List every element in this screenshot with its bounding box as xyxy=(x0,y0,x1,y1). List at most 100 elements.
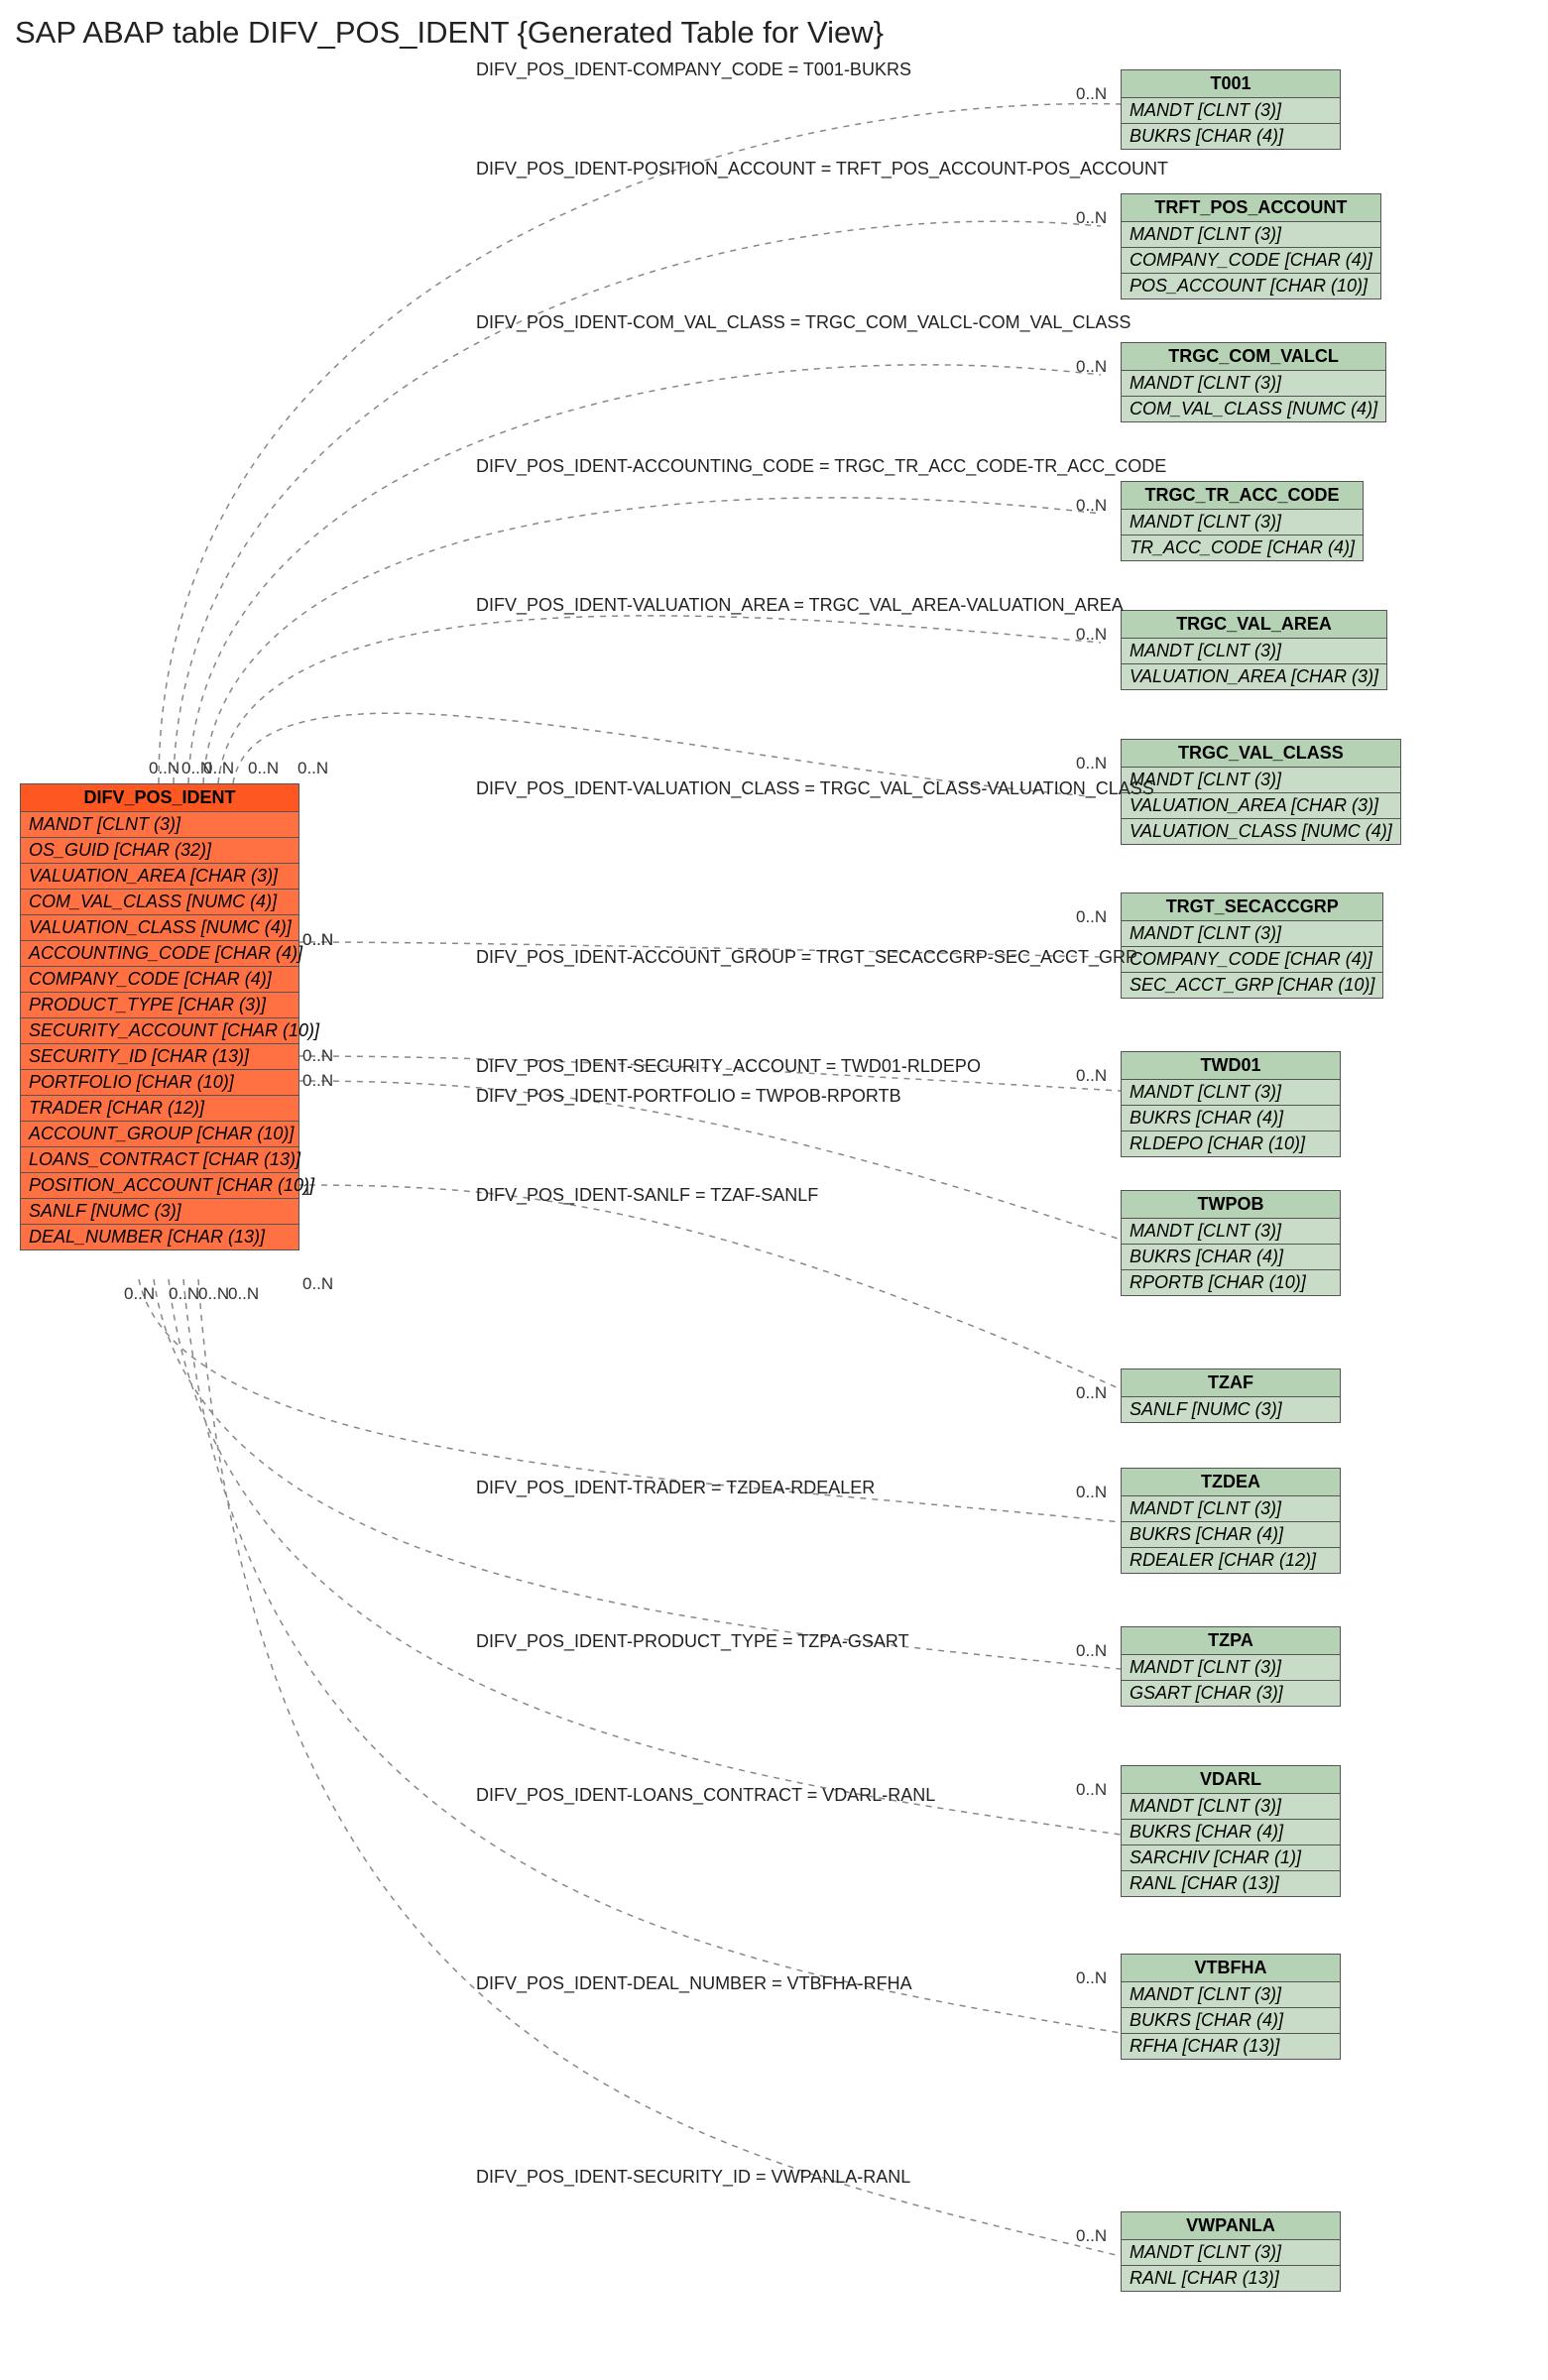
entity-header: DIFV_POS_IDENT xyxy=(21,784,298,812)
entity-vdarl: VDARLMANDT [CLNT (3)]BUKRS [CHAR (4)]SAR… xyxy=(1121,1765,1341,1897)
entity-header: TWPOB xyxy=(1122,1191,1340,1219)
entity-field: POS_ACCOUNT [CHAR (10)] xyxy=(1122,274,1380,298)
cardinality-right: 0..N xyxy=(1076,625,1107,645)
entity-field: SANLF [NUMC (3)] xyxy=(1122,1397,1340,1422)
entity-field: SECURITY_ACCOUNT [CHAR (10)] xyxy=(21,1018,298,1044)
entity-field: SECURITY_ID [CHAR (13)] xyxy=(21,1044,298,1070)
cardinality-left: 0..N xyxy=(149,759,179,778)
entity-field: PORTFOLIO [CHAR (10)] xyxy=(21,1070,298,1096)
entity-field: GSART [CHAR (3)] xyxy=(1122,1681,1340,1706)
entity-field: ACCOUNTING_CODE [CHAR (4)] xyxy=(21,941,298,967)
entity-field: TRADER [CHAR (12)] xyxy=(21,1096,298,1122)
entity-field: MANDT [CLNT (3)] xyxy=(1122,639,1386,664)
entity-field: SARCHIV [CHAR (1)] xyxy=(1122,1845,1340,1871)
entity-field: RPORTB [CHAR (10)] xyxy=(1122,1270,1340,1295)
entity-field: MANDT [CLNT (3)] xyxy=(21,812,298,838)
cardinality-left: 0..N xyxy=(248,759,279,778)
entity-field: TR_ACC_CODE [CHAR (4)] xyxy=(1122,536,1363,560)
entity-field: MANDT [CLNT (3)] xyxy=(1122,98,1340,124)
entity-field: MANDT [CLNT (3)] xyxy=(1122,371,1385,397)
entity-tzaf: TZAFSANLF [NUMC (3)] xyxy=(1121,1368,1341,1423)
cardinality-right: 0..N xyxy=(1076,496,1107,516)
entity-field: BUKRS [CHAR (4)] xyxy=(1122,1820,1340,1845)
entity-field: POSITION_ACCOUNT [CHAR (10)] xyxy=(21,1173,298,1199)
entity-field: VALUATION_AREA [CHAR (3)] xyxy=(21,864,298,890)
cardinality-right: 0..N xyxy=(1076,1641,1107,1661)
entity-header: TZPA xyxy=(1122,1627,1340,1655)
entity-field: MANDT [CLNT (3)] xyxy=(1122,2240,1340,2266)
relation-label: DIFV_POS_IDENT-POSITION_ACCOUNT = TRFT_P… xyxy=(476,159,1168,179)
relation-label: DIFV_POS_IDENT-PRODUCT_TYPE = TZPA-GSART xyxy=(476,1631,909,1652)
entity-field: COMPANY_CODE [CHAR (4)] xyxy=(1122,248,1380,274)
entity-field: COMPANY_CODE [CHAR (4)] xyxy=(1122,947,1382,973)
entity-field: MANDT [CLNT (3)] xyxy=(1122,1496,1340,1522)
entity-field: BUKRS [CHAR (4)] xyxy=(1122,1106,1340,1131)
entity-twd01: TWD01MANDT [CLNT (3)]BUKRS [CHAR (4)]RLD… xyxy=(1121,1051,1341,1157)
cardinality-right: 0..N xyxy=(1076,754,1107,774)
entity-header: T001 xyxy=(1122,70,1340,98)
cardinality-right: 0..N xyxy=(1076,84,1107,104)
entity-field: OS_GUID [CHAR (32)] xyxy=(21,838,298,864)
entity-field: RANL [CHAR (13)] xyxy=(1122,2266,1340,2291)
entity-vtbfha: VTBFHAMANDT [CLNT (3)]BUKRS [CHAR (4)]RF… xyxy=(1121,1954,1341,2060)
entity-trgc_val_class: TRGC_VAL_CLASSMANDT [CLNT (3)]VALUATION_… xyxy=(1121,739,1401,845)
entity-header: TZAF xyxy=(1122,1369,1340,1397)
entity-field: VALUATION_AREA [CHAR (3)] xyxy=(1122,664,1386,689)
cardinality-left: 0..N xyxy=(124,1284,155,1304)
entity-header: TZDEA xyxy=(1122,1469,1340,1496)
cardinality-left: 0..N xyxy=(302,1071,333,1091)
entity-header: TRGC_VAL_CLASS xyxy=(1122,740,1400,768)
entity-field: RDEALER [CHAR (12)] xyxy=(1122,1548,1340,1573)
entity-trgc_com_valcl: TRGC_COM_VALCLMANDT [CLNT (3)]COM_VAL_CL… xyxy=(1121,342,1386,422)
entity-tzdea: TZDEAMANDT [CLNT (3)]BUKRS [CHAR (4)]RDE… xyxy=(1121,1468,1341,1574)
entity-trgc_tr_acc_code: TRGC_TR_ACC_CODEMANDT [CLNT (3)]TR_ACC_C… xyxy=(1121,481,1364,561)
relation-label: DIFV_POS_IDENT-SANLF = TZAF-SANLF xyxy=(476,1185,818,1206)
relation-label: DIFV_POS_IDENT-SECURITY_ACCOUNT = TWD01-… xyxy=(476,1056,981,1077)
entity-header: TRGC_TR_ACC_CODE xyxy=(1122,482,1363,510)
entity-field: SEC_ACCT_GRP [CHAR (10)] xyxy=(1122,973,1382,998)
entity-field: ACCOUNT_GROUP [CHAR (10)] xyxy=(21,1122,298,1147)
page-title: SAP ABAP table DIFV_POS_IDENT {Generated… xyxy=(15,15,884,51)
relation-label: DIFV_POS_IDENT-ACCOUNT_GROUP = TRGT_SECA… xyxy=(476,947,1137,968)
entity-field: MANDT [CLNT (3)] xyxy=(1122,1982,1340,2008)
entity-trft_pos_account: TRFT_POS_ACCOUNTMANDT [CLNT (3)]COMPANY_… xyxy=(1121,193,1381,299)
entity-field: MANDT [CLNT (3)] xyxy=(1122,1080,1340,1106)
entity-field: MANDT [CLNT (3)] xyxy=(1122,1794,1340,1820)
relation-label: DIFV_POS_IDENT-DEAL_NUMBER = VTBFHA-RFHA xyxy=(476,1973,912,1994)
cardinality-left: 0..N xyxy=(169,1284,199,1304)
relation-label: DIFV_POS_IDENT-COMPANY_CODE = T001-BUKRS xyxy=(476,60,911,80)
entity-field: RLDEPO [CHAR (10)] xyxy=(1122,1131,1340,1156)
entity-field: MANDT [CLNT (3)] xyxy=(1122,510,1363,536)
entity-field: VALUATION_CLASS [NUMC (4)] xyxy=(1122,819,1400,844)
cardinality-left: 1 xyxy=(302,1180,311,1200)
cardinality-left: 0..N xyxy=(302,930,333,950)
relation-label: DIFV_POS_IDENT-VALUATION_AREA = TRGC_VAL… xyxy=(476,595,1124,616)
cardinality-right: 0..N xyxy=(1076,357,1107,377)
relation-label: DIFV_POS_IDENT-TRADER = TZDEA-RDEALER xyxy=(476,1478,875,1498)
cardinality-left: 0..N xyxy=(203,759,234,778)
entity-field: VALUATION_AREA [CHAR (3)] xyxy=(1122,793,1400,819)
cardinality-right: 0..N xyxy=(1076,1483,1107,1502)
entity-field: COM_VAL_CLASS [NUMC (4)] xyxy=(21,890,298,915)
cardinality-right: 0..N xyxy=(1076,907,1107,927)
cardinality-right: 0..N xyxy=(1076,208,1107,228)
entity-field: RANL [CHAR (13)] xyxy=(1122,1871,1340,1896)
cardinality-left: 0..N xyxy=(302,1046,333,1066)
entity-trgt_secaccgrp: TRGT_SECACCGRPMANDT [CLNT (3)]COMPANY_CO… xyxy=(1121,892,1383,999)
entity-header: TRGC_VAL_AREA xyxy=(1122,611,1386,639)
cardinality-right: 0..N xyxy=(1076,1780,1107,1800)
cardinality-right: 0..N xyxy=(1076,1968,1107,1988)
entity-field: MANDT [CLNT (3)] xyxy=(1122,1655,1340,1681)
cardinality-left: 0..N xyxy=(228,1284,259,1304)
entity-field: MANDT [CLNT (3)] xyxy=(1122,768,1400,793)
entity-vwpanla: VWPANLAMANDT [CLNT (3)]RANL [CHAR (13)] xyxy=(1121,2211,1341,2292)
entity-header: TRFT_POS_ACCOUNT xyxy=(1122,194,1380,222)
entity-header: VTBFHA xyxy=(1122,1955,1340,1982)
entity-tzpa: TZPAMANDT [CLNT (3)]GSART [CHAR (3)] xyxy=(1121,1626,1341,1707)
relation-label: DIFV_POS_IDENT-PORTFOLIO = TWPOB-RPORTB xyxy=(476,1086,901,1107)
entity-t001: T001MANDT [CLNT (3)]BUKRS [CHAR (4)] xyxy=(1121,69,1341,150)
entity-field: COMPANY_CODE [CHAR (4)] xyxy=(21,967,298,993)
cardinality-left: 0..N xyxy=(298,759,328,778)
entity-header: VDARL xyxy=(1122,1766,1340,1794)
relation-label: DIFV_POS_IDENT-VALUATION_CLASS = TRGC_VA… xyxy=(476,778,1154,799)
